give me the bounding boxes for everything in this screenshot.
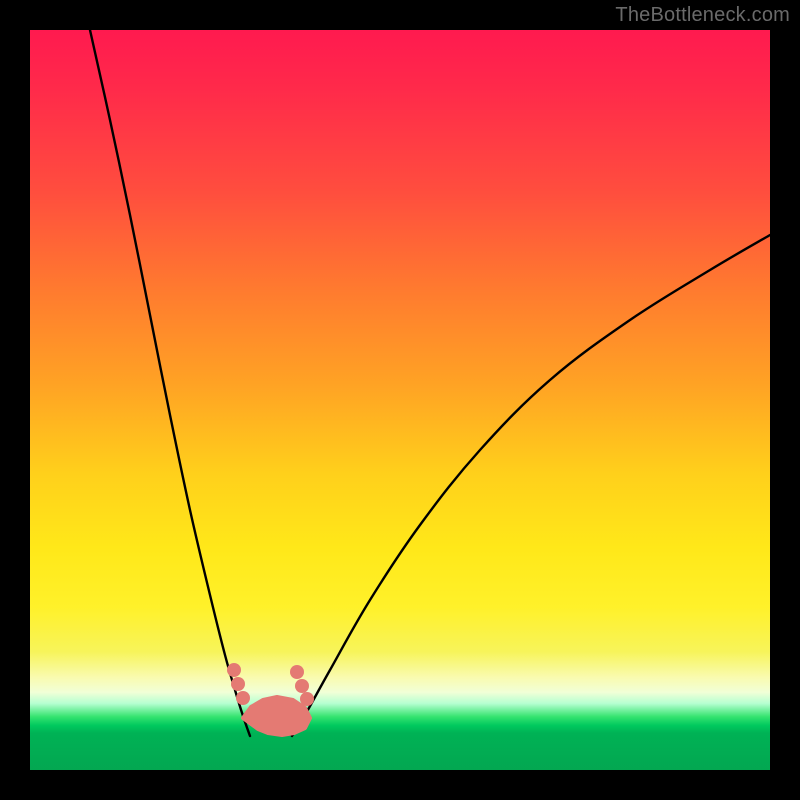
plot-area bbox=[30, 30, 770, 770]
curve-dot bbox=[300, 692, 314, 706]
curve-dot bbox=[231, 677, 245, 691]
watermark-text: TheBottleneck.com bbox=[615, 4, 790, 27]
chart-svg bbox=[30, 30, 770, 770]
curve-minimum-marker bbox=[243, 697, 310, 735]
curve-dot bbox=[227, 663, 241, 677]
curve-dot bbox=[295, 679, 309, 693]
curve-dot bbox=[290, 665, 304, 679]
bottleneck-curve-right bbox=[292, 235, 770, 736]
chart-stage: TheBottleneck.com bbox=[0, 0, 800, 800]
bottleneck-curve-left bbox=[90, 30, 250, 736]
curve-dot bbox=[236, 691, 250, 705]
